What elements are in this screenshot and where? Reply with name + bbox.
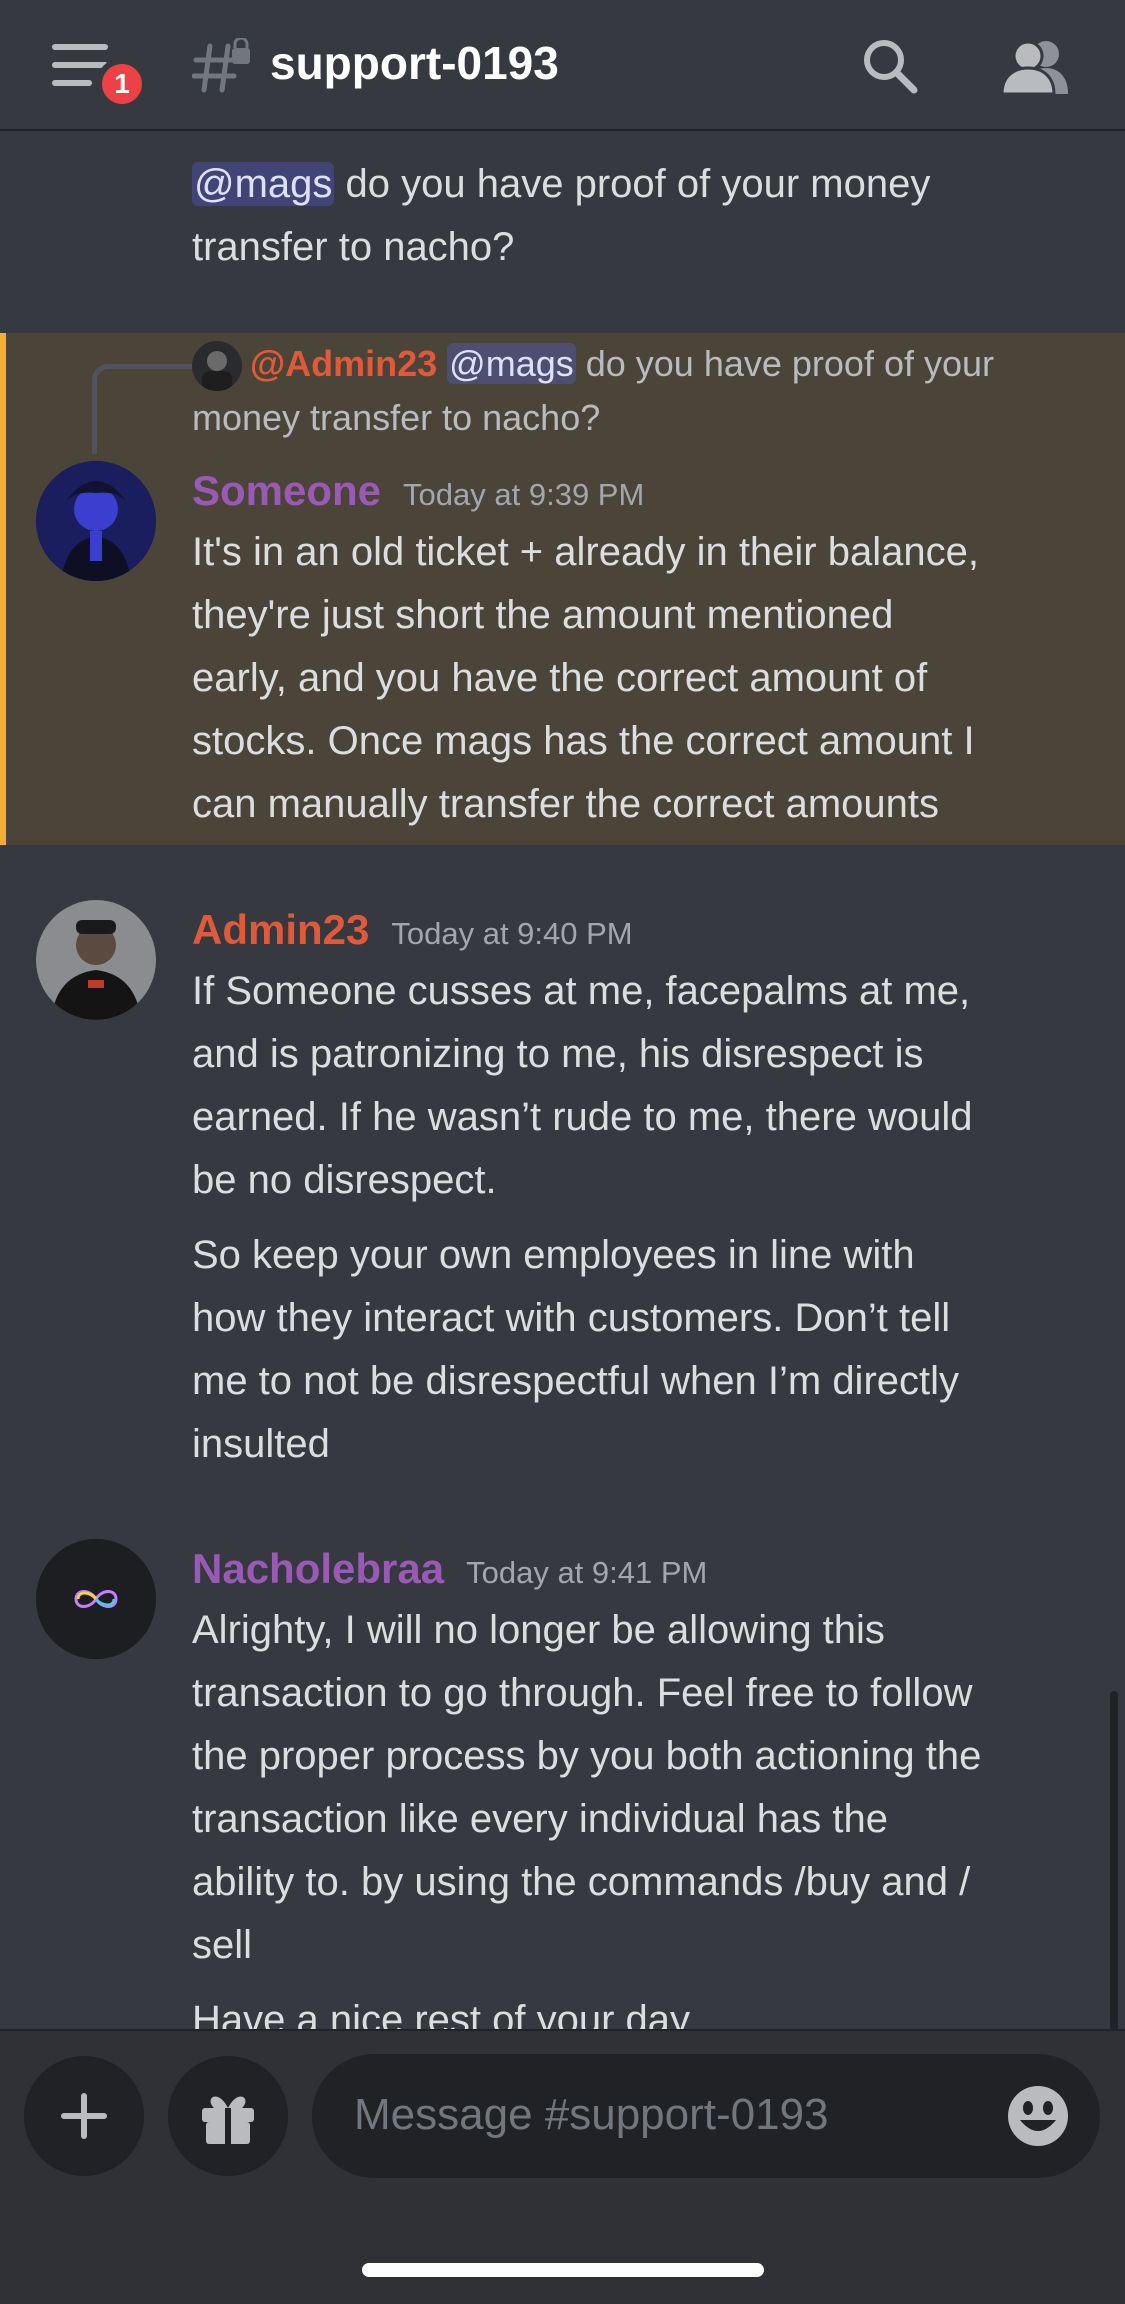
infinity-icon	[36, 1539, 156, 1659]
avatar[interactable]	[36, 900, 156, 1020]
timestamp: Today at 9:40 PM	[391, 916, 633, 951]
user-mention[interactable]: @mags	[447, 343, 576, 384]
message-text: So keep your own employees in line with …	[192, 1233, 960, 1466]
members-icon[interactable]	[1000, 36, 1070, 96]
message-text: It's in an old ticket + already in their…	[192, 530, 979, 826]
message-input[interactable]: Message #support-0193	[312, 2054, 1100, 2178]
reply-avatar	[192, 341, 242, 392]
add-attachment-button[interactable]	[24, 2056, 144, 2176]
avatar[interactable]	[36, 461, 156, 581]
locked-channel-icon	[192, 38, 250, 93]
timestamp: Today at 9:39 PM	[403, 477, 645, 512]
reply-connector	[92, 364, 195, 454]
message-content: Nacholebraa Today at 9:41 PM Alrighty, I …	[192, 1539, 1102, 2031]
username[interactable]: Admin23	[192, 906, 369, 953]
message-text: transfer to nacho?	[192, 225, 515, 269]
message-text: Have a nice rest of your day	[192, 1998, 691, 2031]
reply-author[interactable]: @Admin23	[250, 343, 437, 384]
gift-button[interactable]	[168, 2056, 288, 2176]
timestamp: Today at 9:41 PM	[466, 1555, 708, 1590]
message-content: Someone Today at 9:39 PM It's in an old t…	[192, 461, 1092, 836]
notification-badge: 1	[96, 58, 148, 110]
channel-header: 1 support-0193	[0, 0, 1125, 131]
avatar[interactable]	[36, 1539, 156, 1659]
plus-icon	[61, 2093, 107, 2139]
message-list[interactable]: @mags do you have proof of your money tr…	[0, 131, 1125, 2031]
reply-preview[interactable]: @Admin23 @mags do you have proof of your…	[192, 337, 1092, 445]
search-icon[interactable]	[862, 38, 918, 94]
scrollbar[interactable]	[1110, 1691, 1118, 2031]
emoji-icon[interactable]	[1006, 2084, 1070, 2148]
username[interactable]: Someone	[192, 467, 381, 514]
channel-title: support-0193	[270, 37, 559, 89]
gift-icon	[202, 2096, 254, 2144]
message-content: Admin23 Today at 9:40 PM If Someone cusse…	[192, 900, 1092, 1476]
user-mention[interactable]: @mags	[192, 162, 335, 206]
home-indicator[interactable]	[362, 2263, 764, 2277]
reply-text: do you have proof of your	[575, 343, 995, 384]
reply-text: money transfer to nacho?	[192, 397, 601, 439]
message-input-placeholder: Message #support-0193	[354, 2090, 829, 2139]
username[interactable]: Nacholebraa	[192, 1545, 444, 1592]
message-text: Alrighty, I will no longer be allowing t…	[192, 1608, 982, 1967]
message-text: If Someone cusses at me, facepalms at me…	[192, 969, 973, 1202]
message-text: do you have proof of your money	[334, 162, 931, 206]
message-content: @mags do you have proof of your money tr…	[192, 153, 1092, 279]
